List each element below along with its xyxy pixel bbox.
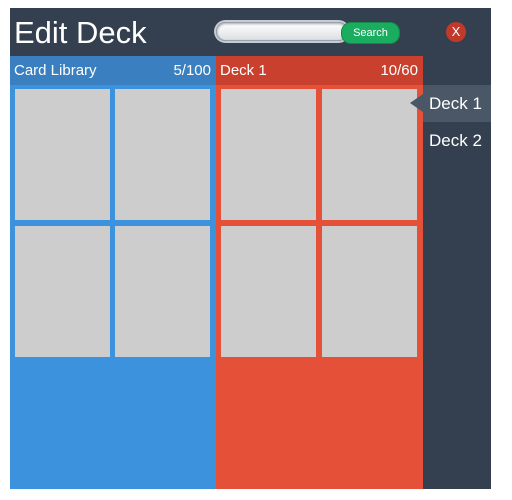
deck-card[interactable] (221, 89, 316, 220)
library-card[interactable] (15, 89, 110, 220)
library-card[interactable] (115, 226, 210, 357)
deck-count: 10/60 (380, 62, 418, 79)
deck-title: Deck 1 (220, 62, 267, 79)
deck-panel: Deck 1 10/60 (216, 56, 423, 489)
page-title: Edit Deck (14, 15, 147, 50)
deck-card[interactable] (322, 226, 417, 357)
card-library-header: Card Library 5/100 (10, 56, 216, 85)
deck-card[interactable] (322, 89, 417, 220)
close-button[interactable]: X (446, 22, 466, 42)
deck-list-item-label: Deck 2 (429, 131, 482, 150)
library-card[interactable] (115, 89, 210, 220)
edit-deck-window: Edit Deck Search X Card Library 5/100 De… (10, 8, 491, 489)
deck-header: Deck 1 10/60 (216, 56, 423, 85)
deck-list-item-label: Deck 1 (429, 94, 482, 113)
library-card[interactable] (15, 226, 110, 357)
deck-list-item-deck-1[interactable]: Deck 1 (410, 85, 491, 122)
card-library-count: 5/100 (173, 62, 211, 79)
card-library-title: Card Library (14, 62, 97, 79)
active-pointer-icon (410, 94, 423, 112)
search-input[interactable] (216, 22, 348, 41)
search-button[interactable]: Search (341, 22, 400, 44)
deck-list: Deck 1 Deck 2 (410, 85, 491, 159)
deck-card[interactable] (221, 226, 316, 357)
deck-list-item-deck-2[interactable]: Deck 2 (423, 122, 491, 159)
card-library-panel: Card Library 5/100 (10, 56, 216, 489)
